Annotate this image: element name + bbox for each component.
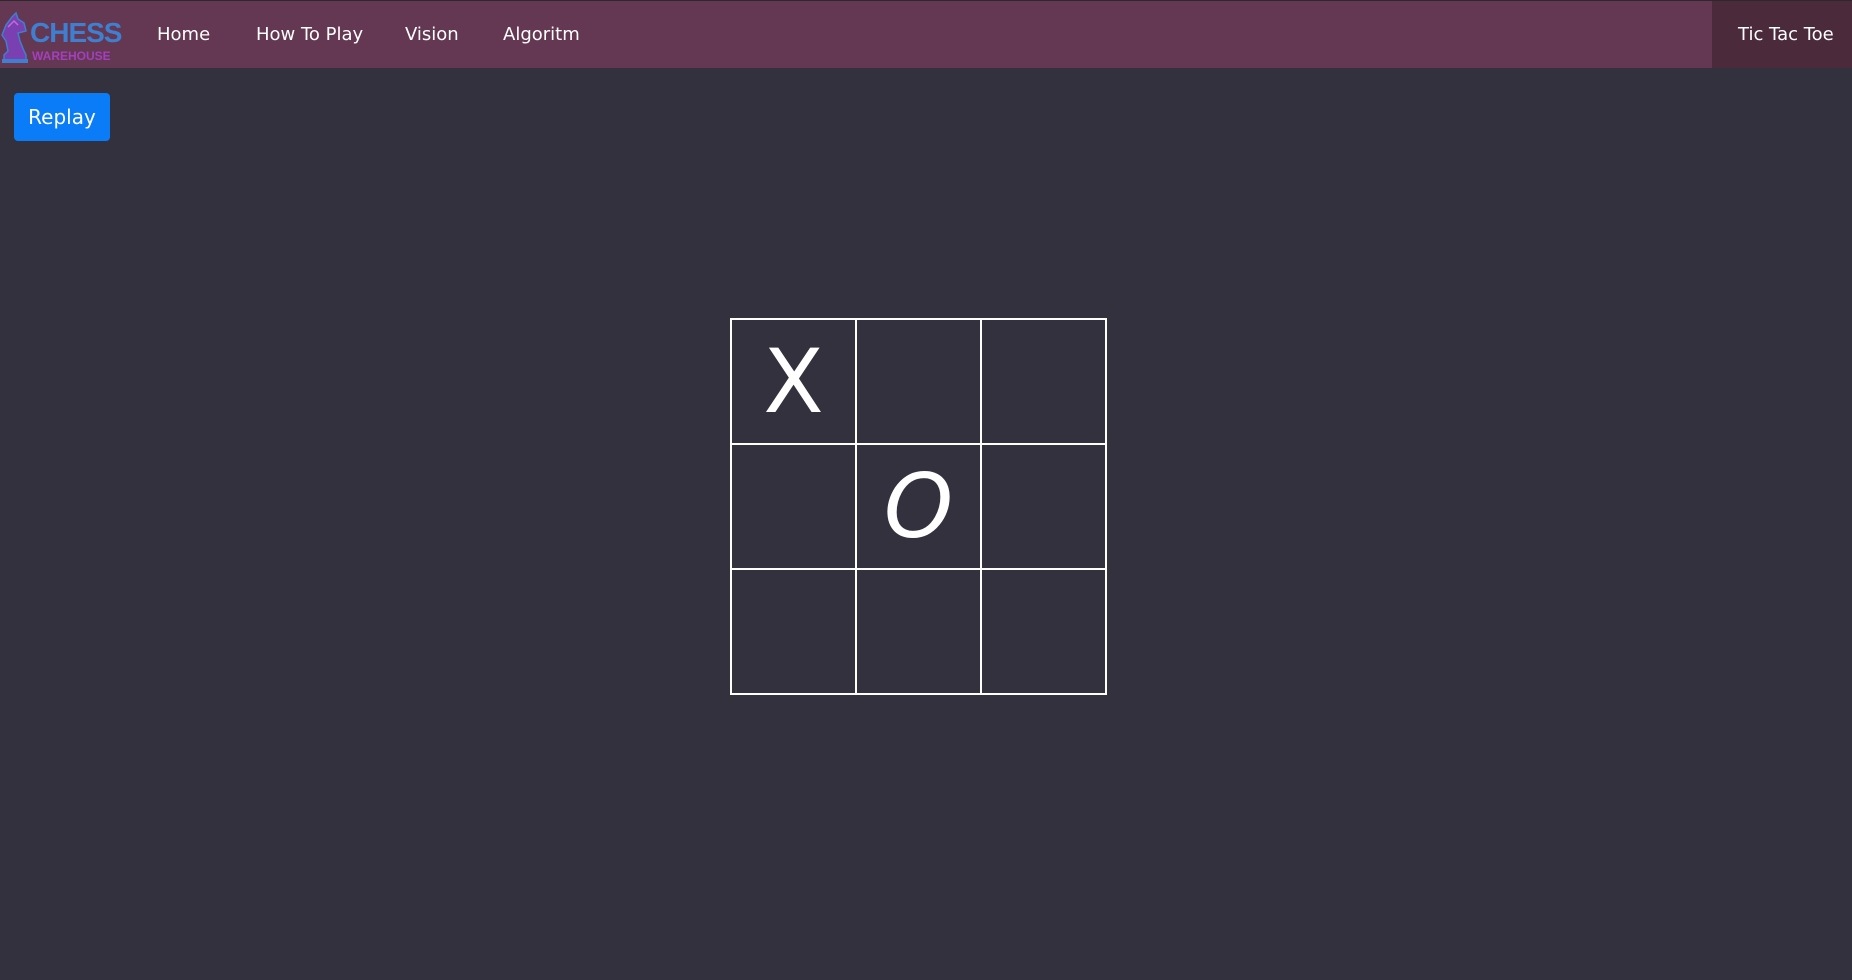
nav-tic-tac-toe-label: Tic Tac Toe <box>1738 24 1834 45</box>
nav-how-to-play[interactable]: How To Play <box>256 24 363 46</box>
board-cell-1[interactable]: X <box>731 319 856 444</box>
top-navbar: CHESS WAREHOUSE Home How To Play Vision … <box>0 0 1852 68</box>
board-cell-9[interactable] <box>981 569 1106 694</box>
nav-tic-tac-toe[interactable]: Tic Tac Toe <box>1712 1 1852 68</box>
board-cell-4[interactable] <box>731 444 856 569</box>
board-cell-6[interactable] <box>981 444 1106 569</box>
nav-home[interactable]: Home <box>157 24 210 46</box>
board-cell-8[interactable] <box>856 569 981 694</box>
tic-tac-toe-board: X O <box>730 318 1107 695</box>
chess-knight-icon <box>1 11 28 63</box>
board-cell-2[interactable] <box>856 319 981 444</box>
brand-title: CHESS <box>30 17 122 48</box>
nav-algoritm[interactable]: Algoritm <box>503 24 580 46</box>
replay-button[interactable]: Replay <box>14 93 110 141</box>
brand-logo[interactable]: CHESS WAREHOUSE <box>0 7 124 65</box>
board-cell-7[interactable] <box>731 569 856 694</box>
nav-vision[interactable]: Vision <box>405 24 459 46</box>
board-cell-3[interactable] <box>981 319 1106 444</box>
brand-subtitle: WAREHOUSE <box>32 49 111 63</box>
board-cell-5[interactable]: O <box>856 444 981 569</box>
